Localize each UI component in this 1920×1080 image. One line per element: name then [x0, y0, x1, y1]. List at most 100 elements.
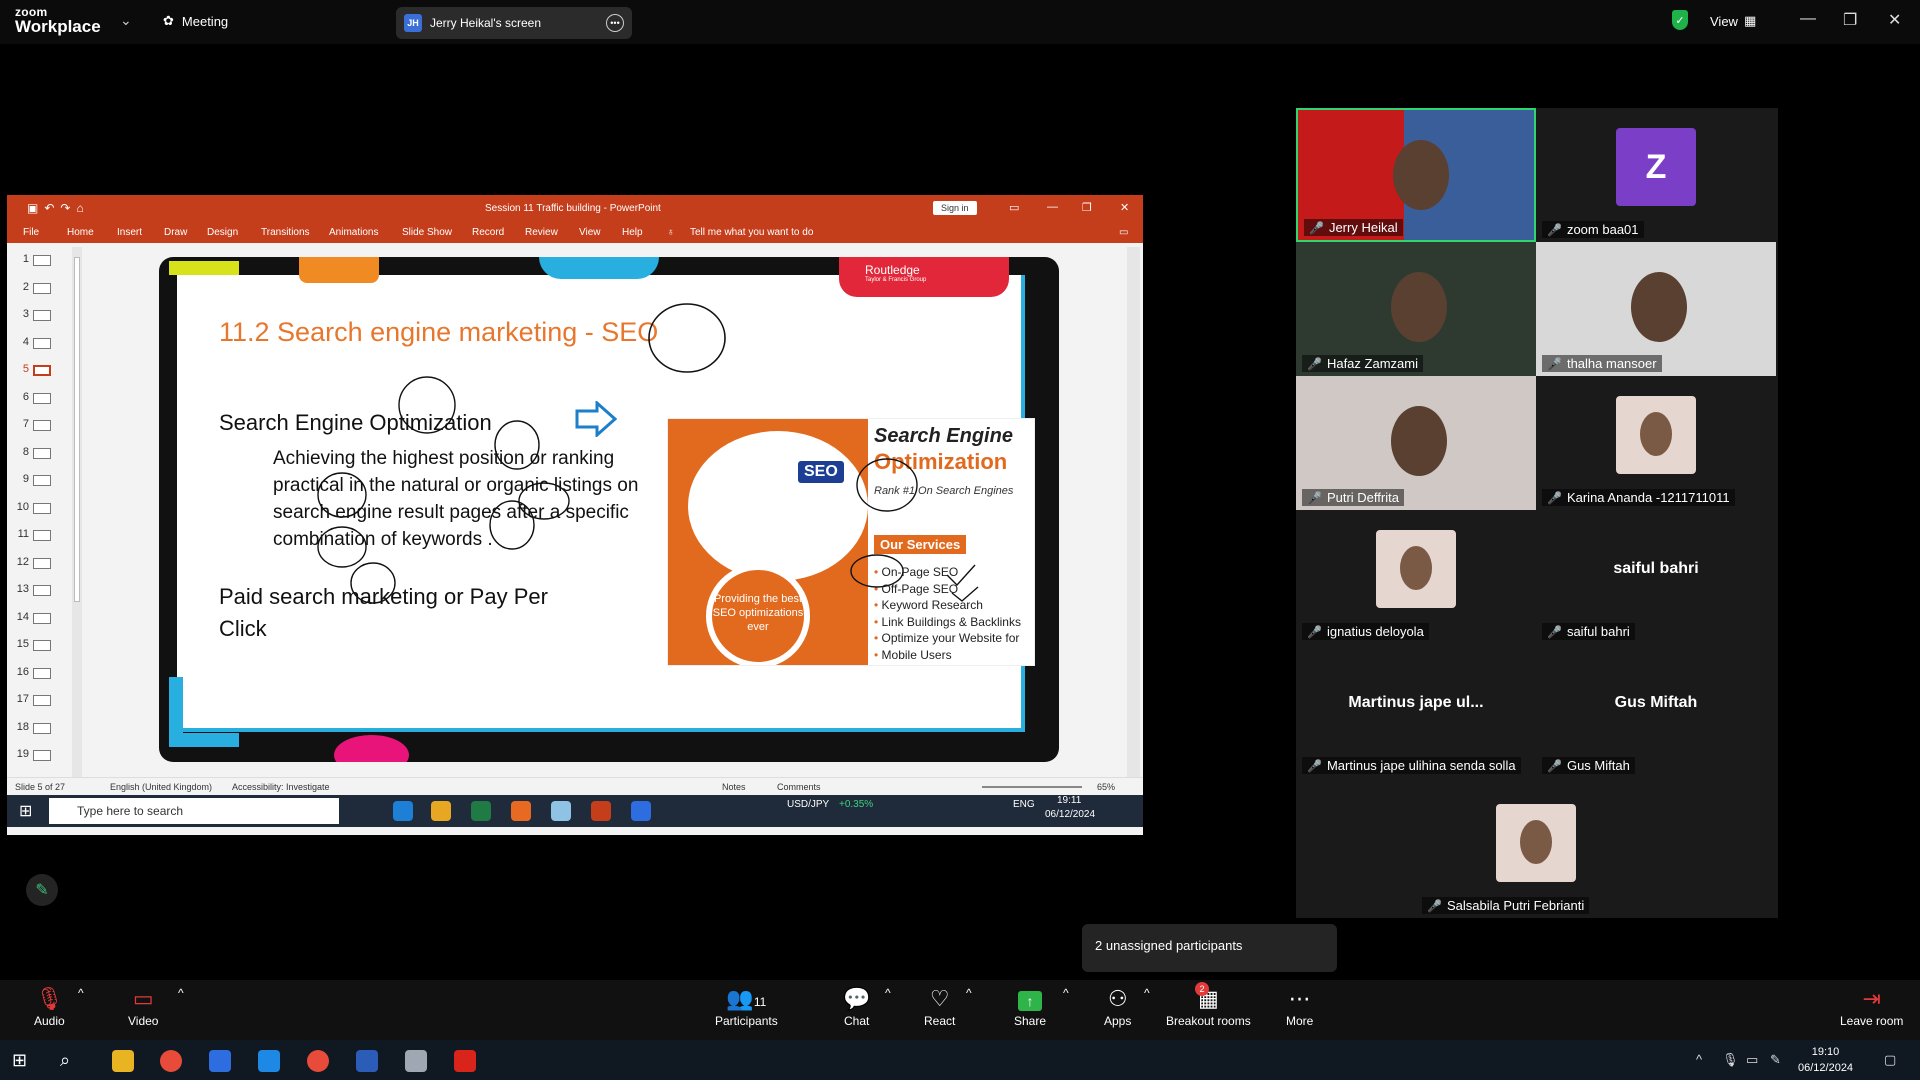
video-button[interactable]: ▭ Video: [128, 986, 158, 1028]
firefox-icon[interactable]: [511, 801, 531, 821]
app-store-icon[interactable]: [258, 1050, 280, 1072]
thumbnail-scrollbar[interactable]: [72, 247, 82, 777]
search-icon[interactable]: ⌕: [60, 1050, 82, 1072]
react-options-chevron[interactable]: ^: [966, 986, 972, 1000]
tray-mic-icon[interactable]: 🎙: [1722, 1052, 1739, 1068]
more-button[interactable]: ⋯ More: [1286, 986, 1313, 1028]
participant-tile[interactable]: 🎤 Jerry Heikal: [1296, 108, 1536, 242]
tab-help[interactable]: Help: [622, 227, 643, 238]
breakout-rooms-button[interactable]: ▦ 2 Breakout rooms: [1166, 982, 1251, 1028]
zoom-logo[interactable]: zoom Workplace: [15, 6, 101, 35]
shared-screen-pill[interactable]: JH Jerry Heikal's screen •••: [396, 7, 632, 39]
slide-thumbnail[interactable]: 2: [7, 275, 73, 302]
tab-draw[interactable]: Draw: [164, 227, 187, 238]
minimize-icon[interactable]: —: [1800, 10, 1816, 28]
tab-design[interactable]: Design: [207, 227, 238, 238]
files-icon[interactable]: [551, 801, 571, 821]
zoom-app-icon[interactable]: [209, 1050, 231, 1072]
windows-start-icon[interactable]: ⊞: [19, 801, 32, 821]
leave-room-button[interactable]: ⇥ Leave room: [1840, 986, 1903, 1028]
excel-icon[interactable]: [471, 801, 491, 821]
slide-scrollbar[interactable]: [1127, 247, 1140, 777]
tab-review[interactable]: Review: [525, 227, 558, 238]
slide-thumbnail[interactable]: 9: [7, 467, 73, 494]
chat-options-chevron[interactable]: ^: [885, 986, 891, 1000]
more-options-icon[interactable]: •••: [606, 14, 624, 32]
chrome-active-icon[interactable]: [307, 1050, 329, 1072]
slide-thumbnail[interactable]: 12: [7, 550, 73, 577]
tray-pen-icon[interactable]: ✎: [1770, 1052, 1781, 1068]
tab-home[interactable]: Home: [67, 227, 94, 238]
slide-thumbnail[interactable]: 18: [7, 715, 73, 742]
slide-thumbnail[interactable]: 16: [7, 660, 73, 687]
zoom-app-icon[interactable]: [631, 801, 651, 821]
restore-icon[interactable]: ❐: [1843, 10, 1857, 30]
snipping-tool-icon[interactable]: [405, 1050, 427, 1072]
sign-in-button[interactable]: Sign in: [933, 201, 977, 215]
slide-thumbnail[interactable]: 17: [7, 687, 73, 714]
quick-access-icons[interactable]: ▣↶↷⌂: [27, 201, 90, 215]
apps-button[interactable]: ⚇ Apps: [1104, 986, 1131, 1028]
tab-view[interactable]: View: [579, 227, 601, 238]
tab-animations[interactable]: Animations: [329, 227, 378, 238]
slide-thumbnail[interactable]: 3: [7, 302, 73, 329]
share-button[interactable]: ↑ Share: [1014, 986, 1046, 1028]
apps-options-chevron[interactable]: ^: [1144, 986, 1150, 1000]
tray-chevron-icon[interactable]: ^: [1696, 1052, 1702, 1067]
tell-me-search[interactable]: Tell me what you want to do: [690, 227, 813, 238]
close-icon[interactable]: ✕: [1888, 10, 1901, 30]
annotate-pen-icon[interactable]: ✎: [26, 874, 58, 906]
view-button[interactable]: View ▦: [1710, 13, 1756, 29]
slide-thumbnail[interactable]: 11: [7, 522, 73, 549]
chat-button[interactable]: 💬 Chat: [843, 986, 870, 1028]
audio-options-chevron[interactable]: ^: [78, 986, 84, 1000]
acrobat-icon[interactable]: [454, 1050, 476, 1072]
pp-restore-icon[interactable]: ❐: [1082, 201, 1092, 214]
zoom-slider[interactable]: [982, 786, 1082, 788]
meeting-menu[interactable]: ✿ Meeting: [163, 13, 228, 29]
system-clock[interactable]: 19:10 06/12/2024: [1798, 1044, 1853, 1076]
tab-file[interactable]: File: [23, 227, 39, 238]
participants-button[interactable]: 👥11 Participants: [715, 986, 778, 1028]
notes-button[interactable]: Notes: [722, 782, 746, 792]
slide-thumbnail[interactable]: 6: [7, 385, 73, 412]
chrome-icon[interactable]: [160, 1050, 182, 1072]
slide-thumbnail[interactable]: 8: [7, 440, 73, 467]
powerpoint-icon[interactable]: [591, 801, 611, 821]
participant-tile[interactable]: 🎤 Karina Ananda -1211711011: [1536, 376, 1776, 510]
tab-slide-show[interactable]: Slide Show: [402, 227, 452, 238]
ribbon-display-icon[interactable]: ▭: [1009, 201, 1019, 214]
tab-record[interactable]: Record: [472, 227, 504, 238]
status-language[interactable]: English (United Kingdom): [110, 782, 212, 792]
edge-icon[interactable]: [393, 801, 413, 821]
share-options-chevron[interactable]: ^: [1063, 986, 1069, 1000]
slide-thumbnail[interactable]: 5: [7, 357, 73, 384]
slide-thumbnail[interactable]: 4: [7, 330, 73, 357]
inner-lang[interactable]: ENG: [1013, 799, 1035, 810]
participant-tile[interactable]: 🎤 Salsabila Putri Febrianti: [1416, 784, 1656, 918]
slide-thumbnail[interactable]: 10: [7, 495, 73, 522]
react-button[interactable]: ♡ React: [924, 986, 955, 1028]
slide-thumbnail[interactable]: 7: [7, 412, 73, 439]
tab-transitions[interactable]: Transitions: [261, 227, 310, 238]
slide-thumbnail[interactable]: 1: [7, 247, 73, 274]
slide-thumbnail[interactable]: 13: [7, 577, 73, 604]
status-accessibility[interactable]: Accessibility: Investigate: [232, 782, 330, 792]
pp-minimize-icon[interactable]: —: [1047, 201, 1058, 213]
slide-thumbnail[interactable]: 15: [7, 632, 73, 659]
participant-tile[interactable]: 🎤 Hafaz Zamzami: [1296, 242, 1536, 376]
file-explorer-icon[interactable]: [112, 1050, 134, 1072]
comment-icon[interactable]: ▭: [1119, 227, 1128, 238]
windows-start-icon[interactable]: ⊞: [12, 1050, 34, 1072]
chrome-icon[interactable]: [431, 801, 451, 821]
video-options-chevron[interactable]: ^: [178, 986, 184, 1000]
participant-tile[interactable]: Z 🎤 zoom baa01: [1536, 108, 1776, 242]
taskbar-search[interactable]: Type here to search: [49, 798, 339, 824]
comments-button[interactable]: Comments: [777, 782, 821, 792]
tab-insert[interactable]: Insert: [117, 227, 142, 238]
audio-button[interactable]: 🎙 Audio: [34, 986, 65, 1028]
zoom-level[interactable]: 65%: [1097, 782, 1115, 792]
tray-network-icon[interactable]: ▭: [1746, 1052, 1758, 1068]
pp-close-icon[interactable]: ✕: [1120, 201, 1129, 214]
slide-thumbnail[interactable]: 14: [7, 605, 73, 632]
